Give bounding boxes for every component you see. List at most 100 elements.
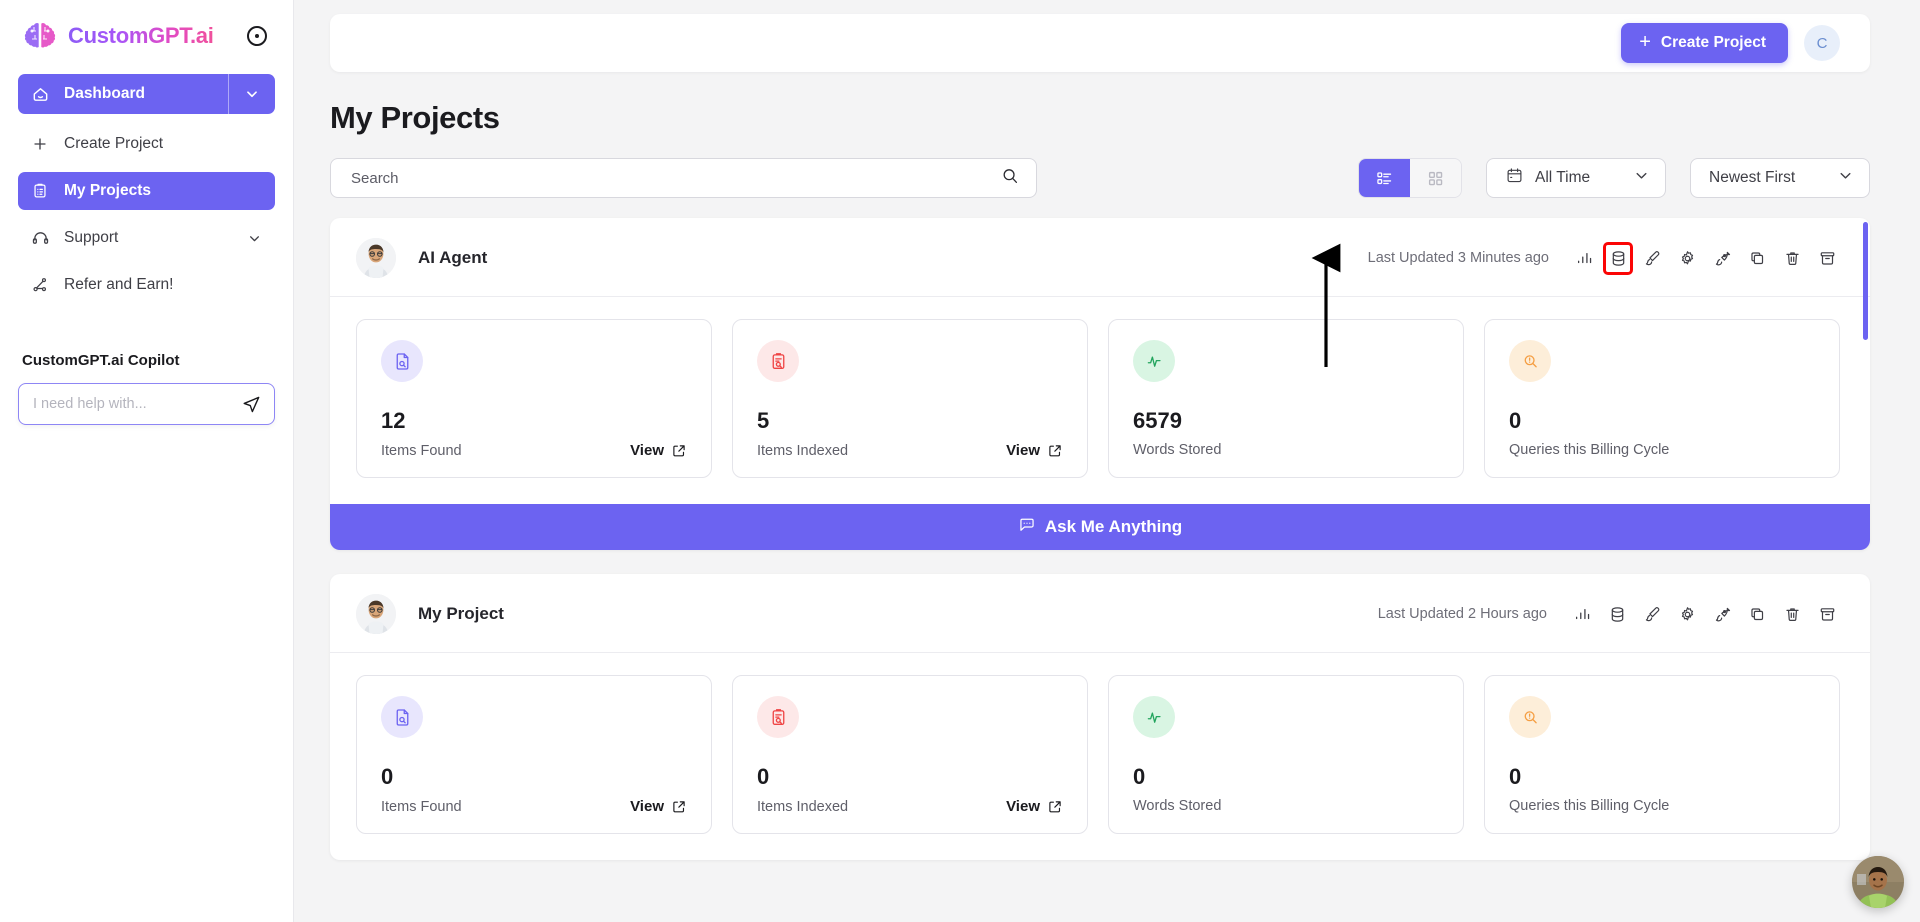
dashboard-dropdown-toggle[interactable] [228,74,275,114]
stat-view-link[interactable]: View [1006,798,1063,815]
clipboard-search-icon [757,696,799,738]
stat-view-link[interactable]: View [630,798,687,815]
stat-value: 0 [1509,408,1522,433]
sort-select[interactable]: Newest First [1690,158,1870,198]
stat-label: Queries this Billing Cycle [1509,798,1670,814]
main-content: + Create Project C My Projects Search Al… [294,0,1920,922]
project-action-icons [1569,601,1840,627]
top-bar: + Create Project C [330,14,1870,72]
analytics-bar-chart-icon[interactable] [1569,601,1595,627]
sidebar-item-dashboard[interactable]: Dashboard [18,74,275,114]
copy-duplicate-icon[interactable] [1744,245,1770,271]
sidebar-item-create-project[interactable]: Create Project [18,125,275,163]
rocket-deploy-icon[interactable] [1709,601,1735,627]
project-stats: 12 Items Found View 5 Items Indexed View… [330,297,1870,504]
chevron-down-icon [247,91,257,98]
external-link-icon [673,800,685,812]
sidebar-item-support[interactable]: Support [18,219,275,257]
time-filter-label: All Time [1535,169,1591,186]
copy-duplicate-icon[interactable] [1744,601,1770,627]
archive-box-icon[interactable] [1814,601,1840,627]
collapse-circle-icon[interactable] [247,26,267,46]
clipboard-icon [30,181,50,201]
project-avatar [356,594,396,634]
support-agent-avatar[interactable] [1852,856,1904,908]
query-search-icon [1509,696,1551,738]
calendar-icon [1505,166,1524,190]
gear-settings-icon[interactable] [1674,245,1700,271]
stat-card: 6579 Words Stored [1108,319,1464,478]
sidebar-item-label: Create Project [64,135,164,152]
headset-icon [30,228,50,248]
paintbrush-icon[interactable] [1639,601,1665,627]
view-label: View [630,442,664,459]
stat-value: 12 [381,408,406,433]
card-scrollbar[interactable] [1863,222,1868,340]
external-link-icon [673,444,685,456]
project-action-icons [1571,241,1840,275]
ask-me-anything-button[interactable]: Ask Me Anything [330,504,1870,550]
time-filter-select[interactable]: All Time [1486,158,1666,198]
chat-bubble-icon [1018,516,1036,539]
controls-right: All Time Newest First [1358,158,1870,198]
project-last-updated: Last Updated 3 Minutes ago [1367,250,1549,266]
stat-value: 0 [1509,764,1522,789]
paintbrush-icon[interactable] [1639,245,1665,271]
grid-view-icon[interactable] [1410,159,1461,197]
stat-view-link[interactable]: View [1006,442,1063,459]
query-search-icon [1509,340,1551,382]
search-icon[interactable] [1000,166,1020,191]
list-view-icon[interactable] [1359,159,1410,197]
sidebar-item-refer-and-earn[interactable]: Refer and Earn! [18,266,275,304]
external-link-icon [1049,800,1061,812]
plus-icon [30,134,50,154]
copilot-input[interactable] [33,396,240,412]
stat-value: 6579 [1133,408,1182,433]
search-box[interactable] [330,158,1037,198]
stat-value: 0 [381,764,394,789]
stat-label: Items Indexed [757,798,849,815]
chevron-down-icon[interactable] [245,229,263,247]
trash-delete-icon[interactable] [1779,245,1805,271]
activity-pulse-icon [1133,340,1175,382]
chevron-down-icon [1836,166,1855,190]
stat-card: 5 Items Indexed View [732,319,1088,478]
view-label: View [1006,442,1040,459]
copilot-title: CustomGPT.ai Copilot [22,352,180,369]
stat-card: 0 Items Indexed View [732,675,1088,834]
view-label: View [1006,798,1040,815]
project-last-updated: Last Updated 2 Hours ago [1377,606,1547,622]
stat-card: 0 Queries this Billing Cycle [1484,319,1840,478]
page-title: My Projects [330,100,500,135]
stat-label: Items Found [381,798,462,815]
stat-card: 0 Items Found View [356,675,712,834]
document-search-icon [381,340,423,382]
project-card-header: My Project Last Updated 2 Hours ago [330,574,1870,653]
database-icon[interactable] [1603,241,1633,275]
archive-box-icon[interactable] [1814,245,1840,271]
stat-view-link[interactable]: View [630,442,687,459]
analytics-bar-chart-icon[interactable] [1571,245,1597,271]
trash-delete-icon[interactable] [1779,601,1805,627]
database-icon[interactable] [1604,601,1630,627]
copilot-input-box[interactable] [18,383,275,425]
create-project-button[interactable]: + Create Project [1621,23,1788,63]
create-project-label: Create Project [1660,34,1766,51]
sidebar-item-my-projects[interactable]: My Projects [18,172,275,210]
sidebar-item-label: Support [64,229,119,246]
document-search-icon [381,696,423,738]
sidebar-item-label: Refer and Earn! [64,276,174,293]
sidebar: CustomGPT.ai Dashboard Create Project My… [0,0,294,922]
send-paper-plane-icon[interactable] [240,393,262,415]
project-card-header: AI Agent Last Updated 3 Minutes ago [330,218,1870,297]
search-input[interactable] [351,169,1000,187]
project-name: My Project [418,604,504,623]
rocket-deploy-icon[interactable] [1709,245,1735,271]
share-nodes-icon [30,275,50,295]
brand-row: CustomGPT.ai [18,0,275,64]
user-avatar[interactable]: C [1804,25,1840,61]
stat-label: Items Found [381,442,462,459]
stat-card: 0 Queries this Billing Cycle [1484,675,1840,834]
stat-card: 12 Items Found View [356,319,712,478]
gear-settings-icon[interactable] [1674,601,1700,627]
